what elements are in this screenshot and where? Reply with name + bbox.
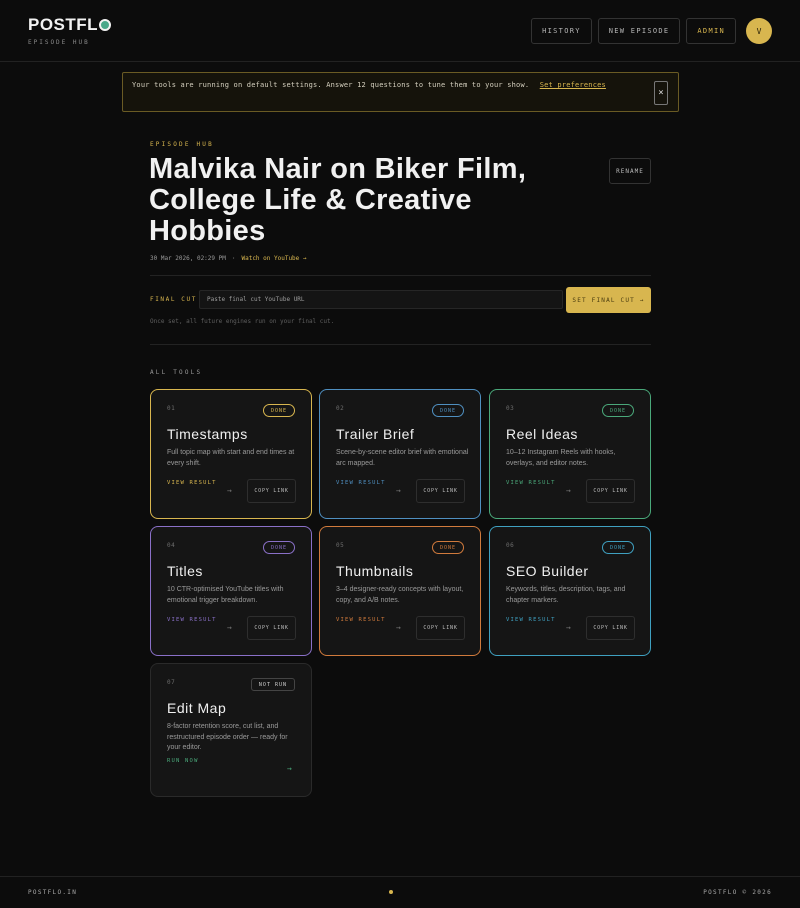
tool-card-trailer-brief[interactable]: 02 DONE Trailer Brief Scene-by-scene edi… <box>319 389 481 519</box>
status-badge: DONE <box>262 404 295 417</box>
meta-separator: · <box>231 255 236 262</box>
view-result-link[interactable]: VIEW RESULT <box>167 480 217 486</box>
status-badge: DONE <box>431 541 464 554</box>
card-number: 06 <box>506 542 515 549</box>
status-badge: DONE <box>601 404 634 417</box>
copy-link-button[interactable]: COPY LINK <box>586 616 635 640</box>
card-number: 02 <box>336 405 345 412</box>
arrow-right-icon[interactable]: → <box>396 623 401 632</box>
episode-meta: 30 Mar 2026, 02:29 PM · Watch on YouTube… <box>150 255 307 262</box>
card-description: 8-factor retention score, cut list, and … <box>167 723 288 751</box>
logo-subtitle: EPISODE HUB <box>28 39 90 46</box>
card-description: 10 CTR-optimised YouTube titles with emo… <box>167 586 284 604</box>
final-cut-help: Once set, all future engines run on your… <box>150 318 335 325</box>
view-result-link[interactable]: VIEW RESULT <box>336 617 386 623</box>
run-now-link[interactable]: RUN NOW <box>167 758 199 764</box>
card-title: SEO Builder <box>506 563 589 579</box>
logo-text: POSTFL <box>28 15 99 34</box>
rename-button[interactable]: RENAME <box>609 158 651 184</box>
logo[interactable]: POSTFL EPISODE HUB <box>28 15 112 46</box>
footer-dot-icon <box>389 890 393 894</box>
tool-card-timestamps[interactable]: 01 DONE Timestamps Full topic map with s… <box>150 389 312 519</box>
view-result-link[interactable]: VIEW RESULT <box>506 480 556 486</box>
card-description: Full topic map with start and end times … <box>167 449 295 467</box>
status-badge: NOT RUN <box>250 678 295 691</box>
banner-message: Your tools are running on default settin… <box>132 81 530 89</box>
card-description: 3–4 designer-ready concepts with layout,… <box>336 586 464 604</box>
status-badge: DONE <box>262 541 295 554</box>
tool-card-titles[interactable]: 04 DONE Titles 10 CTR-optimised YouTube … <box>150 526 312 656</box>
episode-hub-eyebrow: EPISODE HUB <box>150 141 214 148</box>
footer-site-link[interactable]: POSTFLO.IN <box>28 889 77 896</box>
copy-link-button[interactable]: COPY LINK <box>247 616 296 640</box>
card-number: 01 <box>167 405 176 412</box>
view-result-link[interactable]: VIEW RESULT <box>506 617 556 623</box>
arrow-right-icon[interactable]: → <box>396 486 401 495</box>
card-number: 04 <box>167 542 176 549</box>
status-badge: DONE <box>431 404 464 417</box>
logo-o-icon <box>99 19 112 31</box>
arrow-right-icon[interactable]: → <box>566 623 571 632</box>
card-description: Scene-by-scene editor brief with emotion… <box>336 449 469 467</box>
arrow-right-icon[interactable]: → <box>227 486 232 495</box>
footer-copyright: POSTFLO © 2026 <box>703 889 772 896</box>
divider <box>150 344 651 345</box>
status-badge: DONE <box>601 541 634 554</box>
page-title: Malvika Nair on Biker Film, College Life… <box>149 153 527 247</box>
card-description: Keywords, titles, description, tags, and… <box>506 586 626 604</box>
view-result-link[interactable]: VIEW RESULT <box>167 617 217 623</box>
card-description: 10–12 Instagram Reels with hooks, overla… <box>506 449 616 467</box>
arrow-right-icon[interactable]: → <box>227 623 232 632</box>
arrow-right-icon[interactable]: → <box>566 486 571 495</box>
arrow-right-icon[interactable]: → <box>287 764 292 773</box>
tool-card-edit-map[interactable]: 07 NOT RUN Edit Map 8-factor retention s… <box>150 663 312 797</box>
card-title: Edit Map <box>167 700 227 716</box>
divider <box>150 275 651 276</box>
avatar[interactable]: V <box>746 18 772 44</box>
preferences-banner: Your tools are running on default settin… <box>122 72 679 112</box>
final-cut-label: FINAL CUT <box>150 296 197 303</box>
view-result-link[interactable]: VIEW RESULT <box>336 480 386 486</box>
card-title: Thumbnails <box>336 563 414 579</box>
tool-card-thumbnails[interactable]: 05 DONE Thumbnails 3–4 designer-ready co… <box>319 526 481 656</box>
card-number: 07 <box>167 679 176 686</box>
card-number: 03 <box>506 405 515 412</box>
copy-link-button[interactable]: COPY LINK <box>416 616 465 640</box>
all-tools-label: ALL TOOLS <box>150 369 203 376</box>
footer: POSTFLO.IN POSTFLO © 2026 <box>0 876 800 908</box>
admin-button[interactable]: ADMIN <box>686 18 736 44</box>
close-icon[interactable]: × <box>654 81 668 105</box>
card-title: Titles <box>167 563 203 579</box>
set-final-cut-button[interactable]: SET FINAL CUT → <box>566 287 651 313</box>
final-cut-url-input[interactable] <box>199 290 563 309</box>
copy-link-button[interactable]: COPY LINK <box>416 479 465 503</box>
tool-card-seo-builder[interactable]: 06 DONE SEO Builder Keywords, titles, de… <box>489 526 651 656</box>
card-title: Trailer Brief <box>336 426 415 442</box>
new-episode-button[interactable]: NEW EPISODE <box>597 18 681 44</box>
set-preferences-link[interactable]: Set preferences <box>540 81 606 89</box>
watch-on-youtube-link[interactable]: Watch on YouTube → <box>241 255 306 262</box>
card-title: Timestamps <box>167 426 248 442</box>
episode-date: 30 Mar 2026, 02:29 PM <box>150 255 226 262</box>
history-button[interactable]: HISTORY <box>531 18 592 44</box>
card-title: Reel Ideas <box>506 426 578 442</box>
top-nav: HISTORY NEW EPISODE ADMIN V <box>531 18 772 44</box>
top-bar: POSTFL EPISODE HUB HISTORY NEW EPISODE A… <box>0 0 800 62</box>
copy-link-button[interactable]: COPY LINK <box>247 479 296 503</box>
tool-card-reel-ideas[interactable]: 03 DONE Reel Ideas 10–12 Instagram Reels… <box>489 389 651 519</box>
card-number: 05 <box>336 542 345 549</box>
copy-link-button[interactable]: COPY LINK <box>586 479 635 503</box>
